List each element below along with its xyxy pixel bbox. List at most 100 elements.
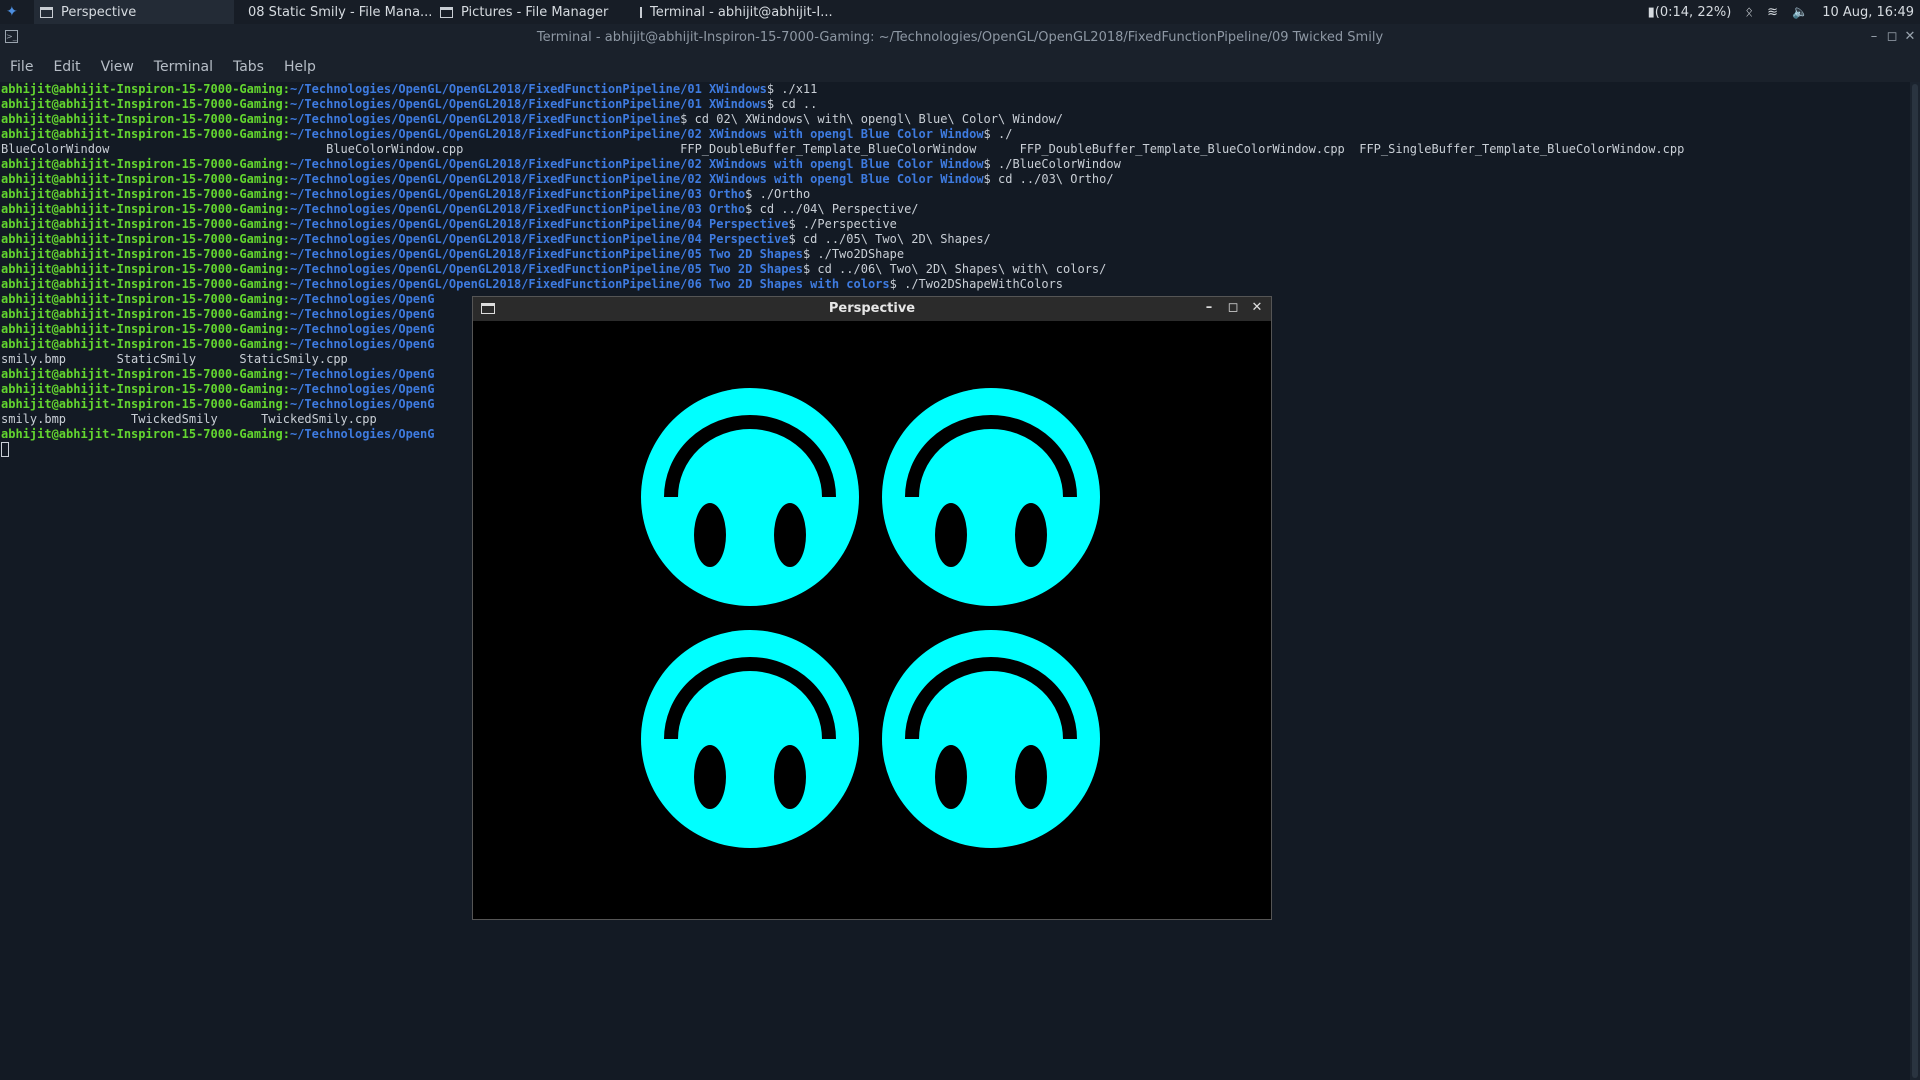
prompt-user: abhijit@abhijit-Inspiron-15-7000-Gaming:: [1, 322, 290, 336]
prompt-user: abhijit@abhijit-Inspiron-15-7000-Gaming:: [1, 262, 290, 276]
prompt-path: ~/Technologies/OpenGL/OpenGL2018/FixedFu…: [289, 127, 984, 141]
prompt-path: ~/Technologies/OpenGL/OpenGL2018/FixedFu…: [289, 82, 767, 96]
command-text: $ ./x11: [766, 82, 818, 96]
terminal-line: abhijit@abhijit-Inspiron-15-7000-Gaming:…: [0, 97, 1910, 112]
command-text: $ ./Ortho: [745, 187, 811, 201]
minimize-button[interactable]: –: [1201, 300, 1217, 316]
terminal-line: abhijit@abhijit-Inspiron-15-7000-Gaming:…: [0, 82, 1910, 97]
terminal-line: abhijit@abhijit-Inspiron-15-7000-Gaming:…: [0, 232, 1910, 247]
command-text: $ ./Perspective: [788, 217, 897, 231]
smiley-eye: [694, 745, 726, 809]
prompt-path: ~/Technologies/OpenG: [289, 307, 435, 321]
command-text: smily.bmp StaticSmily StaticSmily.cpp: [1, 352, 348, 366]
smiley-face: [882, 630, 1100, 848]
close-button[interactable]: ✕: [1902, 29, 1918, 45]
prompt-path: ~/Technologies/OpenG: [289, 427, 435, 441]
task-label: 08 Static Smily - File Mana...: [248, 4, 433, 20]
wifi-icon[interactable]: ≋: [1767, 5, 1778, 20]
close-button[interactable]: ✕: [1249, 300, 1265, 316]
smiley-face: [641, 630, 859, 848]
prompt-path: ~/Technologies/OpenG: [289, 322, 435, 336]
minimize-button[interactable]: –: [1866, 29, 1882, 45]
perspective-window[interactable]: Perspective – ◻ ✕: [472, 296, 1272, 920]
prompt-user: abhijit@abhijit-Inspiron-15-7000-Gaming:: [1, 97, 290, 111]
prompt-path: ~/Technologies/OpenGL/OpenGL2018/FixedFu…: [289, 217, 789, 231]
task-terminal[interactable]: Terminal - abhijit@abhijit-I...: [634, 0, 834, 24]
task-perspective[interactable]: Perspective: [34, 0, 234, 24]
terminal-line: abhijit@abhijit-Inspiron-15-7000-Gaming:…: [0, 217, 1910, 232]
smiley-eye: [774, 503, 806, 567]
prompt-user: abhijit@abhijit-Inspiron-15-7000-Gaming:: [1, 202, 290, 216]
prompt-user: abhijit@abhijit-Inspiron-15-7000-Gaming:: [1, 397, 290, 411]
terminal-line: abhijit@abhijit-Inspiron-15-7000-Gaming:…: [0, 202, 1910, 217]
prompt-user: abhijit@abhijit-Inspiron-15-7000-Gaming:: [1, 112, 290, 126]
menu-view[interactable]: View: [91, 59, 144, 75]
command-text: $ ./Two2DShapeWithColors: [889, 277, 1064, 291]
command-text: $ cd ../04\ Perspective/: [745, 202, 919, 216]
scrollbar-thumb[interactable]: [1912, 84, 1918, 1078]
prompt-user: abhijit@abhijit-Inspiron-15-7000-Gaming:: [1, 427, 290, 441]
prompt-user: abhijit@abhijit-Inspiron-15-7000-Gaming:: [1, 127, 290, 141]
task-pictures-file-manager[interactable]: Pictures - File Manager: [434, 0, 634, 24]
prompt-path: ~/Technologies/OpenG: [289, 292, 435, 306]
prompt-user: abhijit@abhijit-Inspiron-15-7000-Gaming:: [1, 157, 290, 171]
smiley-eye: [1015, 745, 1047, 809]
volume-icon[interactable]: 🔈: [1792, 5, 1808, 20]
prompt-user: abhijit@abhijit-Inspiron-15-7000-Gaming:: [1, 172, 290, 186]
terminal-line: abhijit@abhijit-Inspiron-15-7000-Gaming:…: [0, 262, 1910, 277]
prompt-user: abhijit@abhijit-Inspiron-15-7000-Gaming:: [1, 277, 290, 291]
menu-help[interactable]: Help: [274, 59, 326, 75]
menu-tabs[interactable]: Tabs: [223, 59, 274, 75]
prompt-path: ~/Technologies/OpenGL/OpenGL2018/FixedFu…: [289, 97, 767, 111]
battery-icon: ▮: [1647, 4, 1655, 20]
prompt-path: ~/Technologies/OpenGL/OpenGL2018/FixedFu…: [289, 112, 681, 126]
terminal-title: Terminal - abhijit@abhijit-Inspiron-15-7…: [536, 30, 1384, 45]
xfce-logo-icon: ✦: [6, 4, 18, 20]
prompt-user: abhijit@abhijit-Inspiron-15-7000-Gaming:: [1, 307, 290, 321]
task-label: Perspective: [61, 4, 137, 20]
command-text: $ cd ../06\ Two\ 2D\ Shapes\ with\ color…: [802, 262, 1107, 276]
bluetooth-icon[interactable]: ᛟ: [1745, 5, 1753, 20]
terminal-titlebar[interactable]: >_ Terminal - abhijit@abhijit-Inspiron-1…: [0, 24, 1920, 52]
menu-file[interactable]: File: [0, 59, 43, 75]
battery-text: (0:14, 22%): [1654, 4, 1732, 20]
smiley-eye: [935, 745, 967, 809]
window-icon: [40, 6, 53, 18]
battery-indicator[interactable]: ▮(0:14, 22%): [1648, 5, 1732, 20]
prompt-user: abhijit@abhijit-Inspiron-15-7000-Gaming:: [1, 82, 290, 96]
menu-terminal[interactable]: Terminal: [144, 59, 223, 75]
file-manager-icon: [440, 6, 453, 18]
prompt-user: abhijit@abhijit-Inspiron-15-7000-Gaming:: [1, 187, 290, 201]
command-text: $ ./: [983, 127, 1013, 141]
text-cursor: [1, 442, 9, 457]
top-panel: ✦ Perspective 08 Static Smily - File Man…: [0, 0, 1920, 24]
prompt-path: ~/Technologies/OpenGL/OpenGL2018/FixedFu…: [289, 172, 984, 186]
task-static-smily-file-manager[interactable]: 08 Static Smily - File Mana...: [234, 0, 434, 24]
command-text: $ cd ../03\ Ortho/: [983, 172, 1114, 186]
prompt-path: ~/Technologies/OpenGL/OpenGL2018/FixedFu…: [289, 232, 789, 246]
prompt-path: ~/Technologies/OpenGL/OpenGL2018/FixedFu…: [289, 187, 746, 201]
prompt-user: abhijit@abhijit-Inspiron-15-7000-Gaming:: [1, 337, 290, 351]
terminal-line: abhijit@abhijit-Inspiron-15-7000-Gaming:…: [0, 157, 1910, 172]
maximize-button[interactable]: ◻: [1225, 300, 1241, 316]
command-text: smily.bmp TwickedSmily TwickedSmily.cpp: [1, 412, 377, 426]
terminal-menubar: File Edit View Terminal Tabs Help: [0, 52, 1920, 82]
prompt-path: ~/Technologies/OpenG: [289, 382, 435, 396]
clock[interactable]: 10 Aug, 16:49: [1822, 5, 1914, 20]
maximize-button[interactable]: ◻: [1884, 29, 1900, 45]
prompt-user: abhijit@abhijit-Inspiron-15-7000-Gaming:: [1, 232, 290, 246]
prompt-path: ~/Technologies/OpenGL/OpenGL2018/FixedFu…: [289, 202, 746, 216]
terminal-scrollbar[interactable]: [1910, 82, 1920, 1080]
prompt-user: abhijit@abhijit-Inspiron-15-7000-Gaming:: [1, 217, 290, 231]
command-text: BlueColorWindow BlueColorWindow.cpp FFP_…: [1, 142, 1685, 156]
prompt-user: abhijit@abhijit-Inspiron-15-7000-Gaming:: [1, 367, 290, 381]
smiley-face: [641, 388, 859, 606]
prompt-user: abhijit@abhijit-Inspiron-15-7000-Gaming:: [1, 247, 290, 261]
terminal-line: abhijit@abhijit-Inspiron-15-7000-Gaming:…: [0, 127, 1910, 142]
terminal-line: abhijit@abhijit-Inspiron-15-7000-Gaming:…: [0, 247, 1910, 262]
app-menu-button[interactable]: ✦: [0, 0, 34, 24]
perspective-title: Perspective: [828, 301, 916, 316]
perspective-titlebar[interactable]: Perspective – ◻ ✕: [473, 297, 1271, 321]
menu-edit[interactable]: Edit: [43, 59, 90, 75]
prompt-user: abhijit@abhijit-Inspiron-15-7000-Gaming:: [1, 382, 290, 396]
